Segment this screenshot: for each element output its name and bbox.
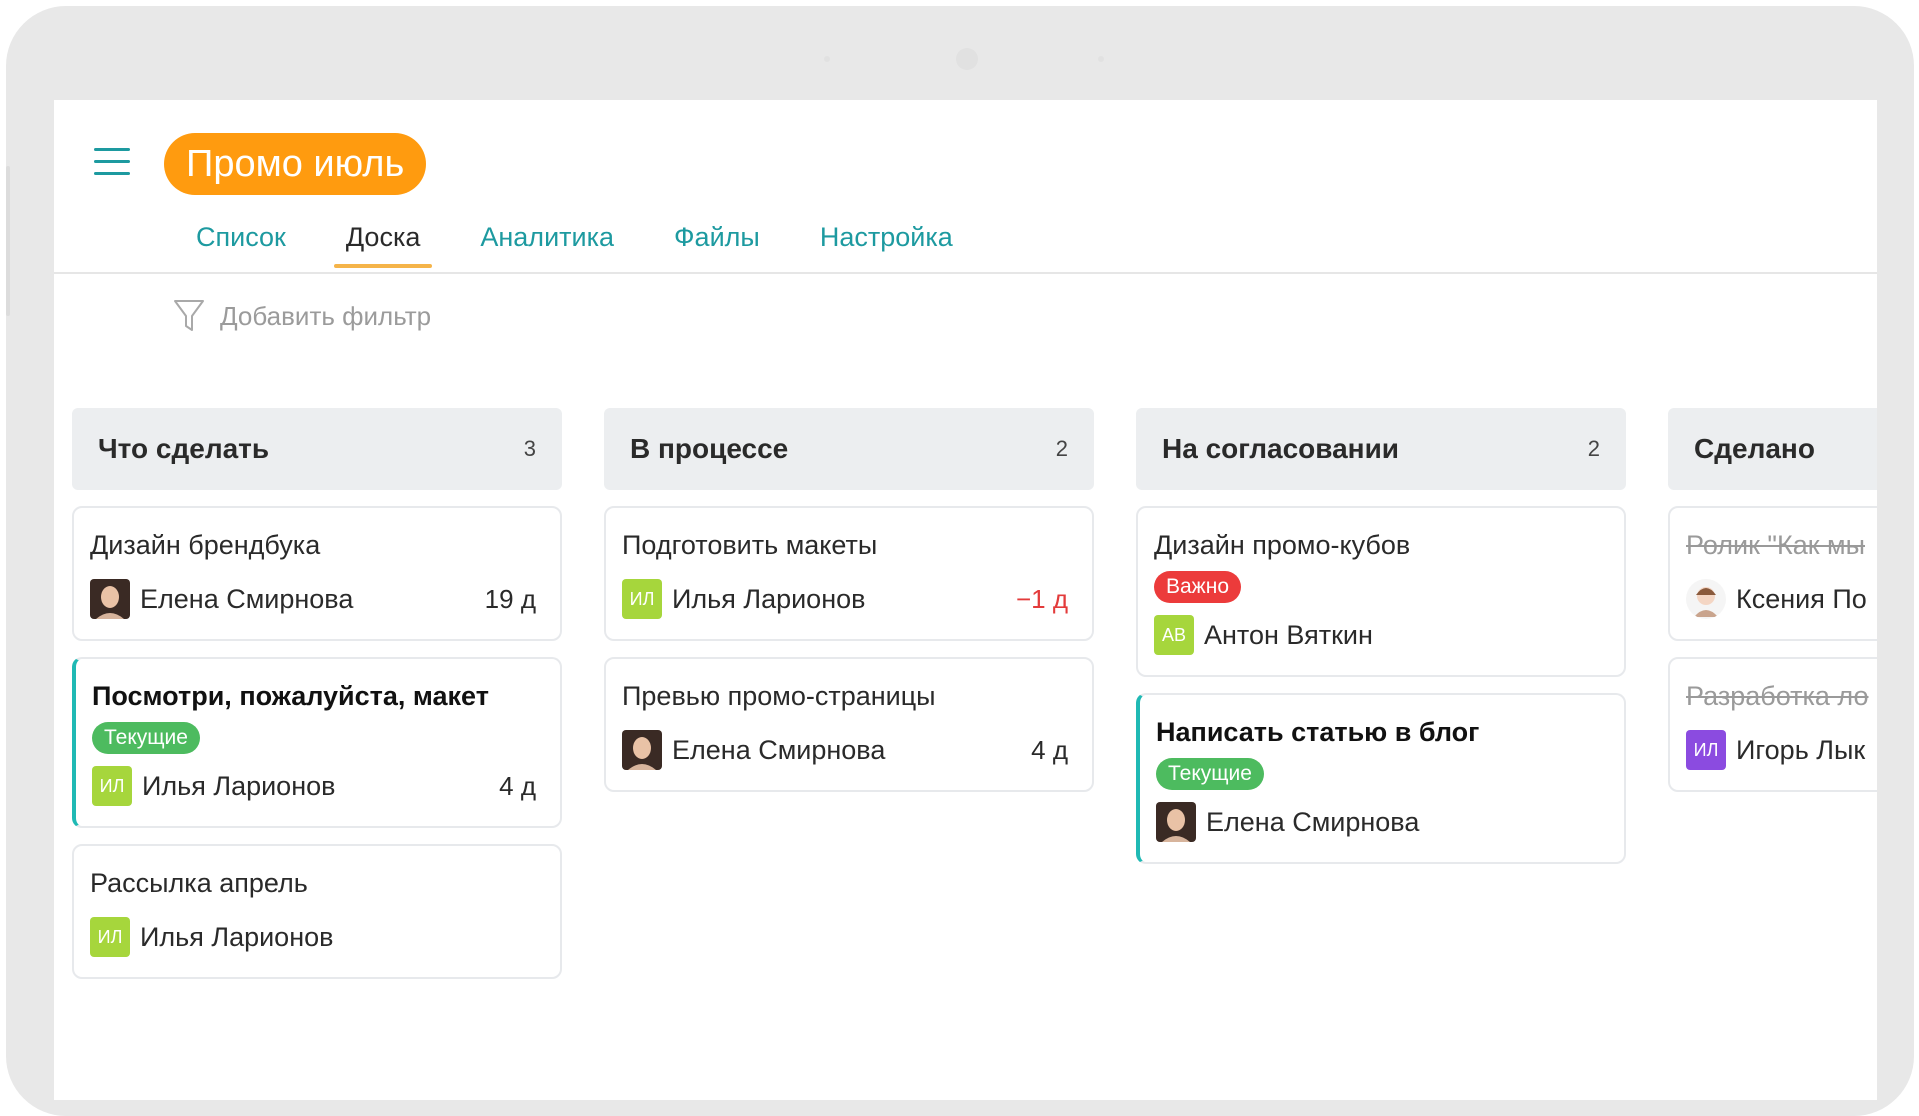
due-days-overdue: −1 д — [1015, 583, 1068, 614]
add-filter-button[interactable]: Добавить фильтр — [172, 296, 431, 336]
avatar: ИЛ — [90, 917, 130, 957]
priority-tag[interactable]: Важно — [1154, 571, 1242, 603]
assignee[interactable]: Елена Смирнова — [90, 579, 353, 619]
column-count: 2 — [1055, 436, 1068, 461]
avatar: ИЛ — [92, 766, 132, 806]
column-count: 3 — [523, 436, 536, 461]
task-card[interactable]: Дизайн брендбука Елена Смирнова 19 д — [72, 506, 562, 641]
column-review: На согласовании 2 Дизайн промо-кубов Важ… — [1136, 408, 1626, 864]
column-title: Что сделать — [98, 433, 270, 464]
assignee-name: Илья Ларионов — [142, 770, 336, 801]
funnel-icon — [174, 300, 204, 331]
tab-files[interactable]: Файлы — [662, 208, 772, 268]
assignee-name: Елена Смирнова — [1206, 806, 1420, 837]
assignee-name: Ксения По — [1736, 583, 1867, 614]
column-title: Сделано — [1694, 433, 1815, 464]
task-card[interactable]: Ролик "Как мы Ксения По — [1668, 506, 1877, 641]
task-title: Подготовить макеты — [622, 530, 878, 560]
task-title: Разработка ло — [1686, 681, 1869, 711]
project-title[interactable]: Промо июль — [164, 133, 427, 195]
avatar: АВ — [1154, 615, 1194, 655]
status-tag[interactable]: Текущие — [1156, 758, 1264, 790]
column-todo: Что сделать 3 Дизайн брендбука Елена Сми… — [72, 408, 562, 979]
side-button — [6, 166, 10, 316]
assignee[interactable]: Елена Смирнова — [1156, 802, 1419, 842]
assignee[interactable]: ИЛ Илья Ларионов — [622, 579, 865, 619]
due-days: 19 д — [484, 583, 536, 614]
assignee-name: Игорь Лык — [1736, 734, 1866, 765]
task-title: Посмотри, пожалуйста, макет — [92, 681, 489, 711]
avatar: ИЛ — [1686, 730, 1726, 770]
task-card[interactable]: Посмотри, пожалуйста, макет Текущие ИЛ И… — [72, 657, 562, 828]
task-title: Превью промо-страницы — [622, 681, 936, 711]
task-title: Рассылка апрель — [90, 868, 308, 898]
task-card[interactable]: Разработка ло ИЛ Игорь Лык — [1668, 657, 1877, 792]
task-card[interactable]: Рассылка апрель ИЛ Илья Ларионов — [72, 844, 562, 979]
task-card[interactable]: Написать статью в блог Текущие Елена Сми… — [1136, 693, 1626, 864]
add-filter-label: Добавить фильтр — [220, 300, 432, 331]
due-days: 4 д — [1031, 734, 1068, 765]
sensor-dot — [1098, 56, 1104, 62]
assignee-name: Елена Смирнова — [140, 583, 354, 614]
avatar — [1686, 579, 1726, 619]
due-days: 4 д — [499, 770, 536, 801]
avatar — [1156, 802, 1196, 842]
camera — [956, 48, 978, 70]
task-card[interactable]: Превью промо-страницы Елена Смирнова 4 д — [604, 657, 1094, 792]
assignee[interactable]: Ксения По — [1686, 579, 1867, 619]
assignee[interactable]: ИЛ Илья Ларионов — [92, 766, 335, 806]
status-tag[interactable]: Текущие — [92, 722, 200, 754]
tab-settings[interactable]: Настройка — [808, 208, 965, 268]
column-count: 2 — [1587, 436, 1600, 461]
avatar: ИЛ — [622, 579, 662, 619]
assignee[interactable]: Елена Смирнова — [622, 730, 885, 770]
column-in-progress: В процессе 2 Подготовить макеты ИЛ Илья … — [604, 408, 1094, 792]
tab-analytics[interactable]: Аналитика — [468, 208, 626, 268]
column-title: На согласовании — [1162, 433, 1400, 464]
avatar — [90, 579, 130, 619]
task-title: Дизайн брендбука — [90, 530, 321, 560]
hamburger-menu-icon[interactable] — [94, 148, 130, 176]
tabs-divider — [54, 272, 1877, 274]
column-header[interactable]: На согласовании 2 — [1136, 408, 1626, 490]
column-header[interactable]: Что сделать 3 — [72, 408, 562, 490]
avatar — [622, 730, 662, 770]
assignee-name: Илья Ларионов — [140, 921, 334, 952]
app-screen: Промо июль Список Доска Аналитика Файлы … — [54, 100, 1877, 1100]
column-done: Сделано Ролик "Как мы Ксения По Разработ… — [1668, 408, 1877, 792]
task-title: Ролик "Как мы — [1686, 530, 1866, 560]
tab-list[interactable]: Список — [184, 208, 298, 268]
task-title: Дизайн промо-кубов — [1154, 530, 1411, 560]
assignee-name: Илья Ларионов — [672, 583, 866, 614]
task-card[interactable]: Подготовить макеты ИЛ Илья Ларионов −1 д — [604, 506, 1094, 641]
assignee-name: Елена Смирнова — [672, 734, 886, 765]
assignee[interactable]: ИЛ Игорь Лык — [1686, 730, 1865, 770]
assignee[interactable]: АВ Антон Вяткин — [1154, 615, 1373, 655]
column-header[interactable]: Сделано — [1668, 408, 1877, 490]
task-title: Написать статью в блог — [1156, 717, 1480, 747]
column-title: В процессе — [630, 433, 789, 464]
task-card[interactable]: Дизайн промо-кубов Важно АВ Антон Вяткин — [1136, 506, 1626, 677]
tablet-frame: Промо июль Список Доска Аналитика Файлы … — [6, 6, 1914, 1116]
view-tabs: Список Доска Аналитика Файлы Настройка — [184, 208, 1001, 268]
assignee[interactable]: ИЛ Илья Ларионов — [90, 917, 333, 957]
tab-board[interactable]: Доска — [333, 208, 433, 268]
column-header[interactable]: В процессе 2 — [604, 408, 1094, 490]
sensor-dot — [824, 56, 830, 62]
assignee-name: Антон Вяткин — [1204, 619, 1373, 650]
